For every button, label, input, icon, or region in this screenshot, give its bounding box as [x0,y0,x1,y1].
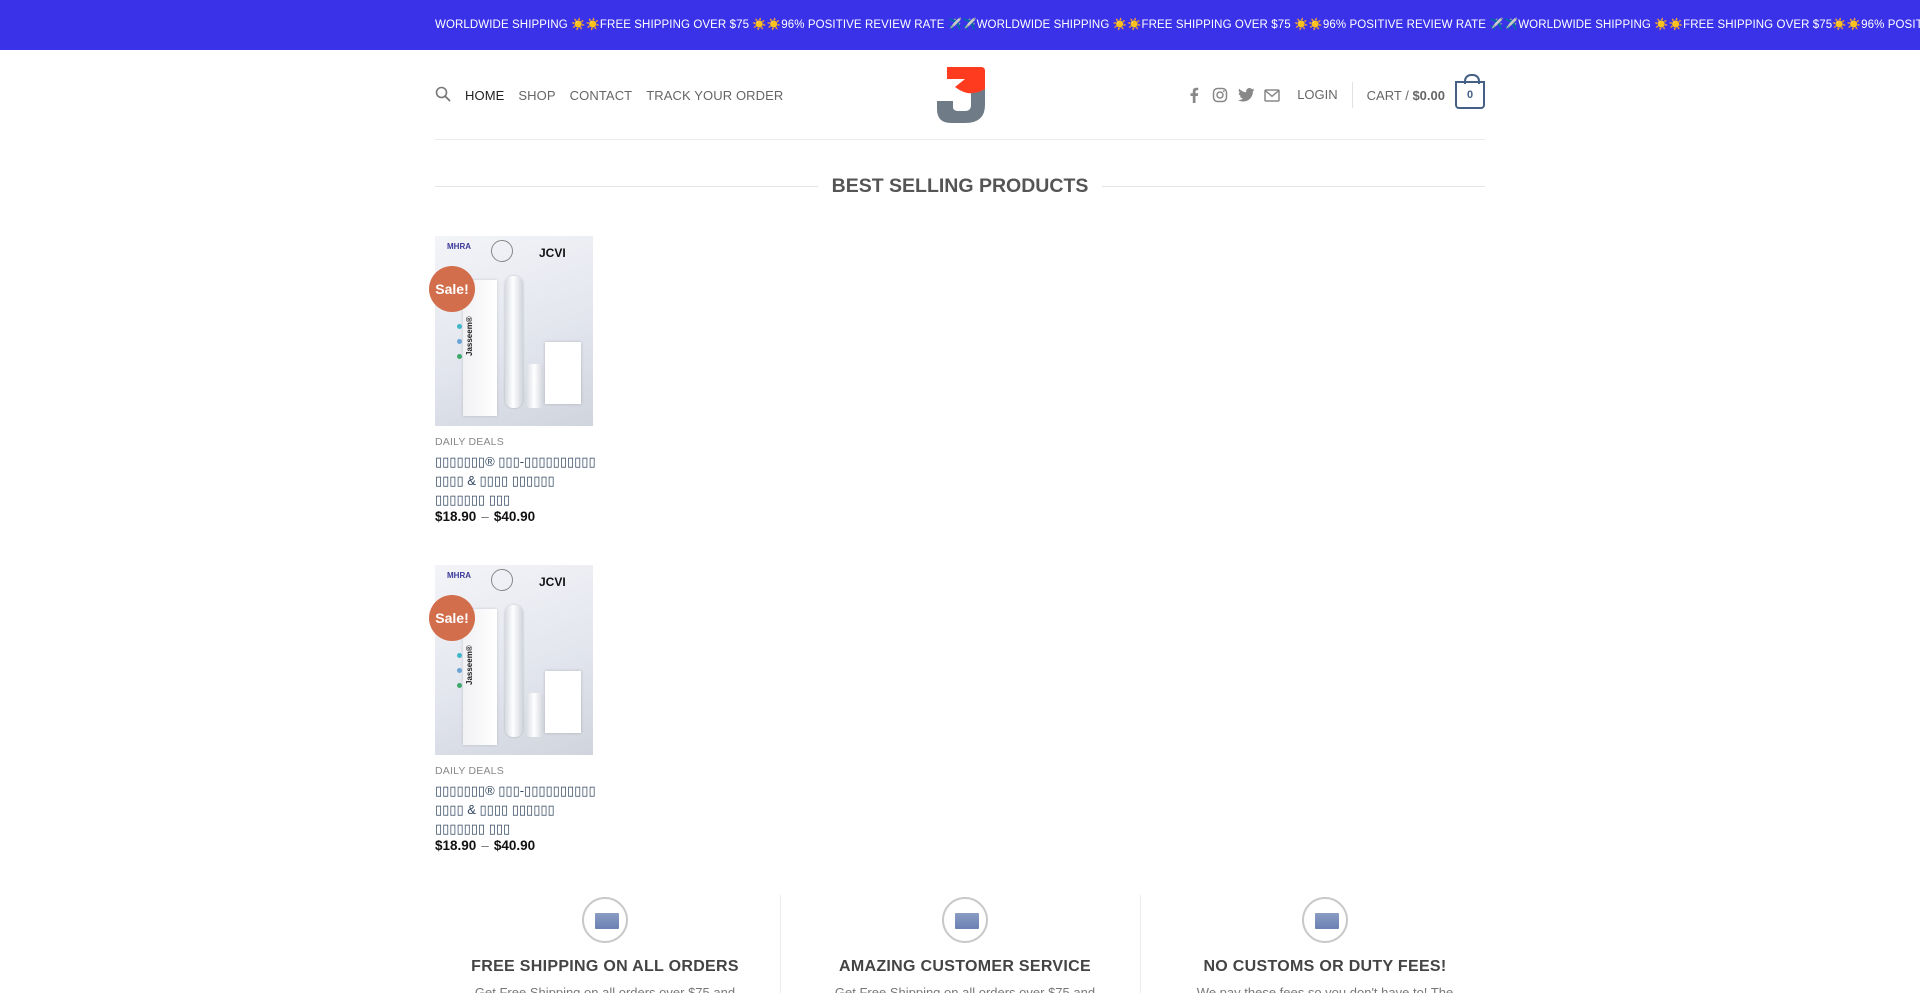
price-separator: – [481,509,489,524]
product-image-dots [457,324,463,364]
product-image[interactable]: MHRA JCVI Jasseem® [435,236,593,426]
site-logo[interactable] [933,65,991,125]
product-image-cap [527,364,543,408]
product-image-box-text: Jasseem® [465,645,474,685]
cart-label: CART / $0.00 [1367,88,1445,103]
price-separator: – [481,838,489,853]
product-image-card [545,342,581,404]
product-image-seal [491,569,513,591]
price-max: $40.90 [493,838,536,853]
announcement-bar: WORLDWIDE SHIPPING ☀️☀️FREE SHIPPING OVE… [0,0,1920,50]
product-title[interactable]: ▯▯▯▯▯▯▯® ▯▯▯-▯▯▯▯▯▯▯▯▯▯ ▯▯▯▯ & ▯▯▯▯ ▯▯▯▯… [435,781,597,838]
feature-no-customs: NO CUSTOMS OR DUTY FEES! We pay these fe… [1155,895,1495,993]
site-header: HOME SHOP CONTACT TRACK YOUR ORDER LOGIN [435,50,1485,140]
sale-badge: Sale! [429,266,475,312]
feature-text: We pay these fees so you don't have to! … [1196,985,1454,993]
social-links [1185,86,1281,104]
twitter-icon[interactable] [1237,86,1255,104]
support-icon [942,897,988,943]
product-image-dots [457,653,463,693]
login-link[interactable]: LOGIN [1297,82,1353,108]
feature-title: FREE SHIPPING ON ALL ORDERS [471,958,739,975]
announcement-marquee: WORLDWIDE SHIPPING ☀️☀️FREE SHIPPING OVE… [435,19,1920,31]
nav-contact[interactable]: CONTACT [570,88,633,103]
product-image-box-text: Jasseem® [465,316,474,356]
product-price: $18.90– $40.90 [435,838,535,853]
product-image-device [505,605,523,737]
search-icon[interactable] [435,86,451,102]
product-image-logo-left: MHRA [447,571,471,580]
feature-divider [1140,895,1141,993]
product-image-card [545,671,581,733]
feature-divider [780,895,781,993]
section-heading: BEST SELLING PRODUCTS [435,175,1485,197]
facebook-icon[interactable] [1185,86,1203,104]
feature-text: Get Free Shipping on all orders over $75… [834,985,1096,993]
product-image-logo-left: MHRA [447,242,471,251]
feature-free-shipping: FREE SHIPPING ON ALL ORDERS Get Free Shi… [435,895,775,993]
section-title-text: BEST SELLING PRODUCTS [817,175,1103,197]
instagram-icon[interactable] [1211,86,1229,104]
product-card[interactable]: MHRA JCVI Jasseem® Sale! DAILY DEALS ▯▯▯… [429,236,596,526]
price-min: $18.90 [435,509,477,524]
product-category: DAILY DEALS [435,765,504,777]
features-row: FREE SHIPPING ON ALL ORDERS Get Free Shi… [435,895,1515,993]
nav-home[interactable]: HOME [465,88,504,103]
feature-title: NO CUSTOMS OR DUTY FEES! [1203,958,1447,975]
mail-icon[interactable] [1263,86,1281,104]
product-category: DAILY DEALS [435,436,504,448]
shipping-icon [582,897,628,943]
cart-button[interactable]: CART / $0.00 0 [1367,74,1485,109]
nav-track-order[interactable]: TRACK YOUR ORDER [646,88,783,103]
feature-title: AMAZING CUSTOMER SERVICE [839,958,1091,975]
sale-badge: Sale! [429,595,475,641]
cart-amount: $0.00 [1412,87,1445,103]
product-price: $18.90– $40.90 [435,509,535,524]
product-card[interactable]: MHRA JCVI Jasseem® Sale! DAILY DEALS ▯▯▯… [429,565,596,855]
main-nav: HOME SHOP CONTACT TRACK YOUR ORDER [465,50,797,140]
product-title[interactable]: ▯▯▯▯▯▯▯® ▯▯▯-▯▯▯▯▯▯▯▯▯▯ ▯▯▯▯ & ▯▯▯▯ ▯▯▯▯… [435,452,597,509]
nav-shop[interactable]: SHOP [518,88,555,103]
cart-label-text: CART / [1366,87,1409,103]
product-image-seal [491,240,513,262]
feature-text: Get Free Shipping on all orders over $75… [474,985,736,993]
feature-customer-service: AMAZING CUSTOMER SERVICE Get Free Shippi… [795,895,1135,993]
section-title: BEST SELLING PRODUCTS [435,175,1485,198]
product-image[interactable]: MHRA JCVI Jasseem® [435,565,593,755]
price-max: $40.90 [493,509,536,524]
cart-count-icon: 0 [1455,74,1485,109]
product-image-logo-right: JCVI [539,575,566,589]
product-image-logo-right: JCVI [539,246,566,260]
price-min: $18.90 [435,838,477,853]
product-image-device [505,276,523,408]
customs-icon [1302,897,1348,943]
header-tools: LOGIN CART / $0.00 0 [1185,50,1485,140]
product-image-cap [527,693,543,737]
